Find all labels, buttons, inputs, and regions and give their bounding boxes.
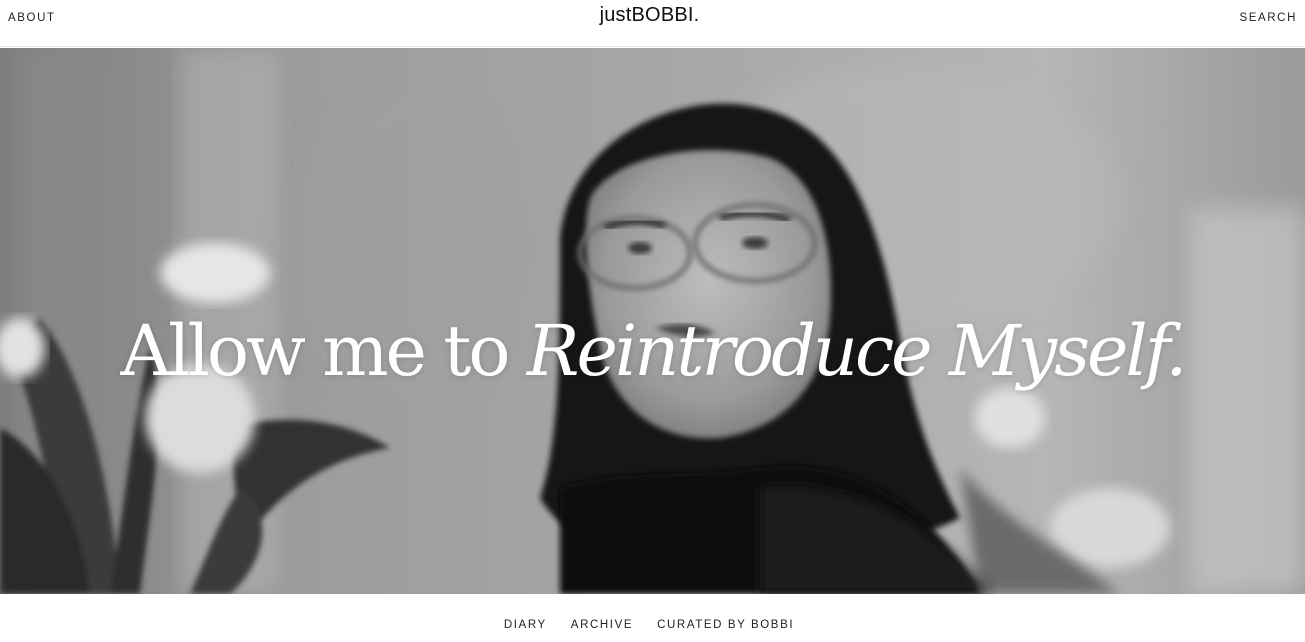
hero-headline: Allow me to Reintroduce Myself. — [0, 306, 1305, 396]
nav-diary-link[interactable]: DIARY — [504, 619, 547, 631]
nav-curated-link[interactable]: CURATED BY BOBBI — [657, 619, 794, 631]
nav-archive-link[interactable]: ARCHIVE — [571, 619, 633, 631]
category-nav: DIARY ARCHIVE CURATED BY BOBBI — [0, 619, 1298, 631]
hero-banner: Allow me to Reintroduce Myself. — [0, 48, 1305, 594]
site-header: ABOUT justBOBBI. SEARCH — [0, 0, 1305, 47]
footer-nav-bar: DIARY ARCHIVE CURATED BY BOBBI — [0, 594, 1305, 642]
headline-italic: Reintroduce Myself. — [526, 310, 1188, 392]
search-link[interactable]: SEARCH — [1239, 12, 1297, 24]
headline-plain: Allow me to — [120, 310, 527, 392]
site-logo[interactable]: justBOBBI. — [0, 4, 1299, 27]
